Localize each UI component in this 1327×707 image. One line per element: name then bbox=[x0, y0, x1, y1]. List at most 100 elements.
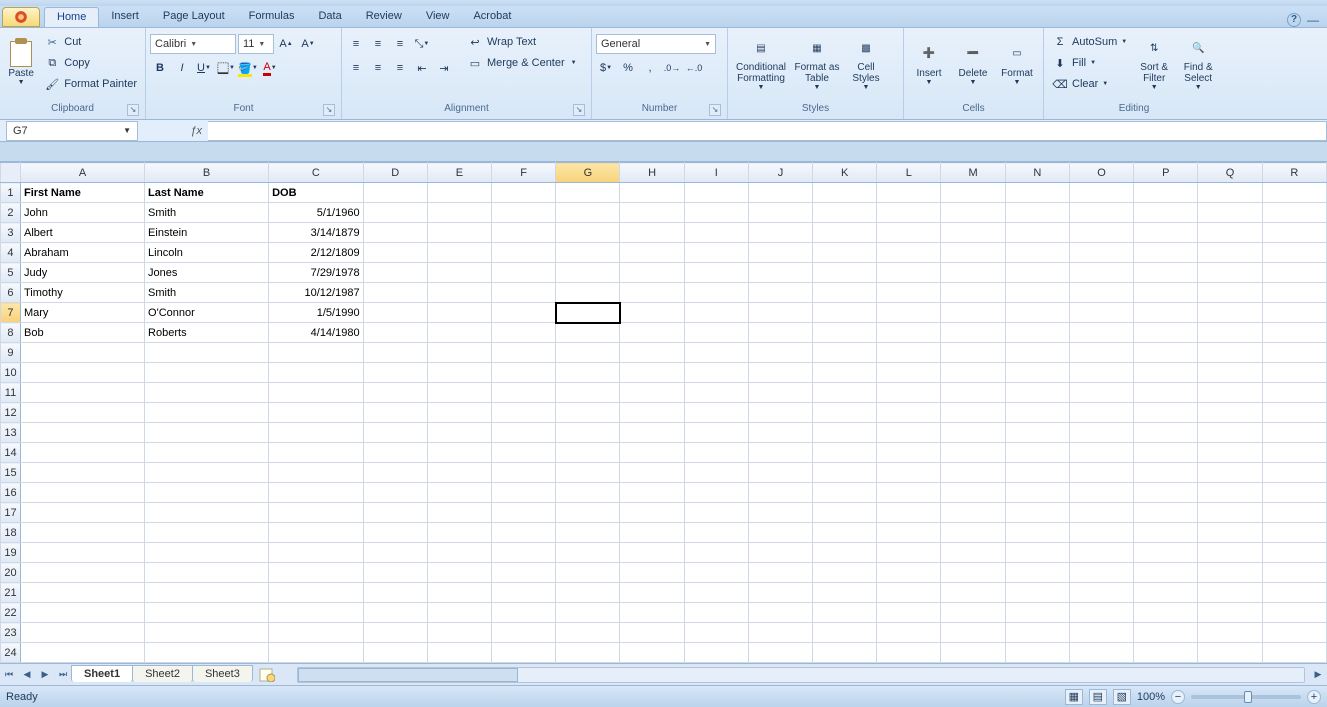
font-color-button[interactable]: A▼ bbox=[260, 58, 280, 78]
cell-P4[interactable] bbox=[1134, 243, 1198, 263]
cell-P2[interactable] bbox=[1134, 203, 1198, 223]
cell-I5[interactable] bbox=[684, 263, 748, 283]
cell-D15[interactable] bbox=[363, 463, 427, 483]
cell-E16[interactable] bbox=[427, 483, 491, 503]
cell-K11[interactable] bbox=[813, 383, 877, 403]
dialog-launcher-icon[interactable]: ↘ bbox=[323, 104, 335, 116]
cell-F21[interactable] bbox=[492, 583, 556, 603]
select-all-corner[interactable] bbox=[1, 163, 21, 183]
cell-I10[interactable] bbox=[684, 363, 748, 383]
cell-N24[interactable] bbox=[1005, 643, 1069, 663]
cell-N1[interactable] bbox=[1005, 183, 1069, 203]
cell-F24[interactable] bbox=[492, 643, 556, 663]
cell-D9[interactable] bbox=[363, 343, 427, 363]
cell-O5[interactable] bbox=[1069, 263, 1133, 283]
cell-P10[interactable] bbox=[1134, 363, 1198, 383]
cell-N4[interactable] bbox=[1005, 243, 1069, 263]
cell-P5[interactable] bbox=[1134, 263, 1198, 283]
cell-Q15[interactable] bbox=[1198, 463, 1262, 483]
cell-L22[interactable] bbox=[877, 603, 941, 623]
cell-H16[interactable] bbox=[620, 483, 684, 503]
cell-G16[interactable] bbox=[556, 483, 620, 503]
cell-P14[interactable] bbox=[1134, 443, 1198, 463]
cell-J23[interactable] bbox=[748, 623, 812, 643]
ribbon-tab-view[interactable]: View bbox=[414, 7, 462, 27]
page-layout-view-button[interactable]: ▤ bbox=[1089, 689, 1107, 705]
cell-I15[interactable] bbox=[684, 463, 748, 483]
cell-C23[interactable] bbox=[269, 623, 363, 643]
cell-A13[interactable] bbox=[20, 423, 144, 443]
cell-A12[interactable] bbox=[20, 403, 144, 423]
fill-button[interactable]: ⬇Fill▼ bbox=[1048, 53, 1131, 73]
cell-R8[interactable] bbox=[1262, 323, 1326, 343]
cell-A17[interactable] bbox=[20, 503, 144, 523]
cell-M24[interactable] bbox=[941, 643, 1005, 663]
cell-C18[interactable] bbox=[269, 523, 363, 543]
cell-B15[interactable] bbox=[145, 463, 269, 483]
cell-M6[interactable] bbox=[941, 283, 1005, 303]
cell-G7[interactable] bbox=[556, 303, 620, 323]
cell-H9[interactable] bbox=[620, 343, 684, 363]
scroll-right-button[interactable]: ▶ bbox=[1309, 666, 1327, 684]
grow-font-button[interactable]: A▲ bbox=[276, 34, 296, 54]
row-header-19[interactable]: 19 bbox=[1, 543, 21, 563]
cell-Q14[interactable] bbox=[1198, 443, 1262, 463]
cell-R23[interactable] bbox=[1262, 623, 1326, 643]
cell-L7[interactable] bbox=[877, 303, 941, 323]
cell-D3[interactable] bbox=[363, 223, 427, 243]
ribbon-tab-review[interactable]: Review bbox=[354, 7, 414, 27]
horizontal-scrollbar[interactable] bbox=[297, 667, 1305, 683]
cell-E18[interactable] bbox=[427, 523, 491, 543]
cell-Q9[interactable] bbox=[1198, 343, 1262, 363]
cell-D5[interactable] bbox=[363, 263, 427, 283]
cell-L3[interactable] bbox=[877, 223, 941, 243]
cell-D18[interactable] bbox=[363, 523, 427, 543]
cell-H17[interactable] bbox=[620, 503, 684, 523]
cell-M9[interactable] bbox=[941, 343, 1005, 363]
cell-K12[interactable] bbox=[813, 403, 877, 423]
decrease-indent-button[interactable]: ⇤ bbox=[412, 58, 432, 78]
cell-K4[interactable] bbox=[813, 243, 877, 263]
fill-color-button[interactable]: 🪣▼ bbox=[238, 58, 258, 78]
row-header-8[interactable]: 8 bbox=[1, 323, 21, 343]
cell-K21[interactable] bbox=[813, 583, 877, 603]
cell-E19[interactable] bbox=[427, 543, 491, 563]
cell-K24[interactable] bbox=[813, 643, 877, 663]
cell-R20[interactable] bbox=[1262, 563, 1326, 583]
column-header-L[interactable]: L bbox=[877, 163, 941, 183]
cell-C4[interactable]: 2/12/1809 bbox=[269, 243, 363, 263]
cell-P16[interactable] bbox=[1134, 483, 1198, 503]
cell-A1[interactable]: First Name bbox=[20, 183, 144, 203]
cell-D12[interactable] bbox=[363, 403, 427, 423]
cell-M18[interactable] bbox=[941, 523, 1005, 543]
clear-button[interactable]: ⌫Clear▼ bbox=[1048, 74, 1131, 94]
cell-I4[interactable] bbox=[684, 243, 748, 263]
cell-R6[interactable] bbox=[1262, 283, 1326, 303]
cell-A2[interactable]: John bbox=[20, 203, 144, 223]
cell-K16[interactable] bbox=[813, 483, 877, 503]
cell-J11[interactable] bbox=[748, 383, 812, 403]
cell-L15[interactable] bbox=[877, 463, 941, 483]
cell-G4[interactable] bbox=[556, 243, 620, 263]
cell-Q18[interactable] bbox=[1198, 523, 1262, 543]
cell-L10[interactable] bbox=[877, 363, 941, 383]
cell-P11[interactable] bbox=[1134, 383, 1198, 403]
cell-C22[interactable] bbox=[269, 603, 363, 623]
row-header-2[interactable]: 2 bbox=[1, 203, 21, 223]
font-size-select[interactable]: 11▼ bbox=[238, 34, 274, 54]
align-center-button[interactable]: ≡ bbox=[368, 58, 388, 78]
row-header-11[interactable]: 11 bbox=[1, 383, 21, 403]
cell-A11[interactable] bbox=[20, 383, 144, 403]
cell-H8[interactable] bbox=[620, 323, 684, 343]
cell-J3[interactable] bbox=[748, 223, 812, 243]
cell-H21[interactable] bbox=[620, 583, 684, 603]
cell-Q4[interactable] bbox=[1198, 243, 1262, 263]
cell-L16[interactable] bbox=[877, 483, 941, 503]
cell-B9[interactable] bbox=[145, 343, 269, 363]
cell-K9[interactable] bbox=[813, 343, 877, 363]
cell-I11[interactable] bbox=[684, 383, 748, 403]
cell-I22[interactable] bbox=[684, 603, 748, 623]
cell-N17[interactable] bbox=[1005, 503, 1069, 523]
cell-J10[interactable] bbox=[748, 363, 812, 383]
cell-G21[interactable] bbox=[556, 583, 620, 603]
